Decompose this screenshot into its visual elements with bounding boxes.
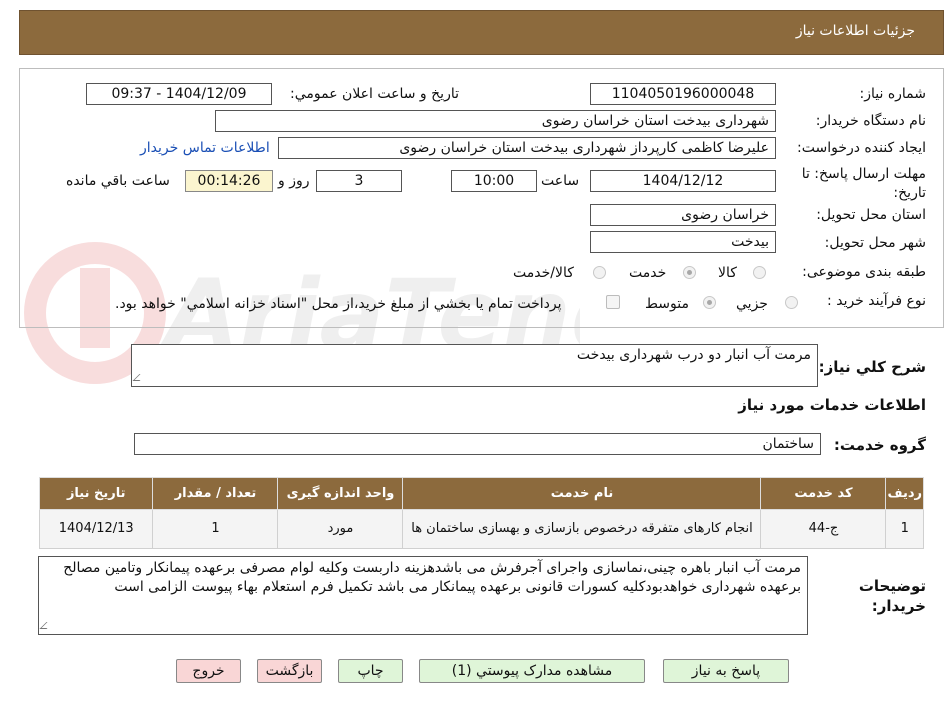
days-label: روز و	[278, 173, 310, 189]
col-header-row: رديف	[885, 477, 924, 510]
table-row: 1 ج-44 انجام کارهای متفرقه درخصوص بازساز…	[38, 509, 924, 549]
announce-label: تاريخ و ساعت اعلان عمومي:	[290, 86, 459, 102]
cell-row-number: 1	[885, 509, 924, 549]
deadline-label: مهلت ارسال پاسخ: تا تاريخ:	[801, 166, 926, 201]
table-header-row: رديف کد خدمت نام خدمت واحد اندازه گيری ت…	[38, 477, 924, 510]
cell-unit: مورد	[277, 509, 404, 549]
col-header-date: تاريخ نياز	[38, 477, 154, 510]
cell-service-name: انجام کارهای متفرقه درخصوص بازسازی و بهس…	[402, 509, 762, 549]
payment-note: پرداخت تمام يا بخشي از مبلغ خريد،از محل …	[115, 296, 562, 312]
remaining-time-field: 00:14:26	[185, 170, 273, 192]
page-title: جزئيات اطلاعات نياز	[795, 23, 915, 39]
cell-need-date: 1404/12/13	[38, 509, 154, 549]
deadline-time-field[interactable]: 10:00	[451, 170, 537, 192]
page-header: جزئيات اطلاعات نياز	[19, 10, 944, 55]
city-field[interactable]: بیدخت	[590, 231, 776, 253]
buyer-org-label: نام دستگاه خريدار:	[815, 113, 926, 129]
category-option-goods-service: کالا/خدمت	[513, 265, 574, 281]
category-label: طبقه بندی موضوعی:	[802, 264, 926, 280]
buyer-notes-field[interactable]: مرمت آب انبار باهره چینی،نماسازی واجرای …	[38, 556, 808, 635]
buyer-org-field[interactable]: شهرداری بیدخت استان خراسان رضوی	[215, 110, 776, 132]
treasury-checkbox[interactable]	[606, 295, 620, 309]
summary-text: مرمت آب انبار دو درب شهرداری بیدخت	[576, 347, 811, 363]
col-header-code: کد خدمت	[760, 477, 887, 510]
service-group-field[interactable]: ساختمان	[134, 433, 821, 455]
category-radio-service[interactable]	[683, 266, 696, 279]
need-number-label: شماره نياز:	[859, 86, 927, 102]
exit-button[interactable]: خروج	[176, 659, 241, 683]
cell-service-code: ج-44	[760, 509, 887, 549]
back-button[interactable]: بازگشت	[257, 659, 322, 683]
services-table: رديف کد خدمت نام خدمت واحد اندازه گيری ت…	[38, 477, 924, 549]
category-option-goods: کالا	[718, 265, 737, 281]
announce-field[interactable]: 1404/12/09 - 09:37	[86, 83, 272, 105]
category-radio-goods[interactable]	[753, 266, 766, 279]
remaining-label: ساعت باقي مانده	[66, 173, 170, 189]
col-header-qty: تعداد / مقدار	[152, 477, 279, 510]
category-radio-goods-service[interactable]	[593, 266, 606, 279]
summary-field[interactable]: مرمت آب انبار دو درب شهرداری بیدخت	[131, 344, 818, 387]
cell-quantity: 1	[152, 509, 279, 549]
services-section-title: اطلاعات خدمات مورد نياز	[738, 396, 926, 414]
resize-grip-icon[interactable]	[132, 374, 147, 381]
print-button[interactable]: چاپ	[338, 659, 403, 683]
process-option-minor: جزيي	[736, 296, 768, 312]
creator-field[interactable]: علیرضا کاظمی کارپرداز شهرداری بیدخت استا…	[278, 137, 776, 159]
service-group-label: گروه خدمت:	[833, 436, 926, 454]
process-radio-minor[interactable]	[785, 296, 798, 309]
province-field[interactable]: خراسان رضوی	[590, 204, 776, 226]
buyer-notes-text: مرمت آب انبار باهره چینی،نماسازی واجرای …	[63, 560, 801, 595]
process-radio-medium[interactable]	[703, 296, 716, 309]
deadline-date-field[interactable]: 1404/12/12	[590, 170, 776, 192]
resize-grip-icon[interactable]	[39, 622, 54, 629]
summary-label: شرح کلي نياز:	[818, 358, 926, 376]
process-option-medium: متوسط	[645, 296, 689, 312]
buyer-notes-label: توضيحات خريدار:	[858, 577, 926, 615]
contact-buyer-link[interactable]: اطلاعات تماس خريدار	[140, 140, 270, 156]
time-label: ساعت	[541, 173, 580, 189]
days-field[interactable]: 3	[316, 170, 402, 192]
category-option-service: خدمت	[629, 265, 667, 281]
need-number-field[interactable]: 1104050196000048	[590, 83, 776, 105]
creator-label: ايجاد کننده درخواست:	[797, 140, 926, 156]
city-label: شهر محل تحويل:	[824, 235, 926, 251]
province-label: استان محل تحويل:	[816, 207, 926, 223]
process-label: نوع فرآيند خريد :	[827, 293, 926, 309]
respond-button[interactable]: پاسخ به نياز	[663, 659, 789, 683]
col-header-name: نام خدمت	[402, 477, 762, 510]
view-attachments-button[interactable]: مشاهده مدارک پيوستي (1)	[419, 659, 645, 683]
col-header-unit: واحد اندازه گيری	[277, 477, 404, 510]
